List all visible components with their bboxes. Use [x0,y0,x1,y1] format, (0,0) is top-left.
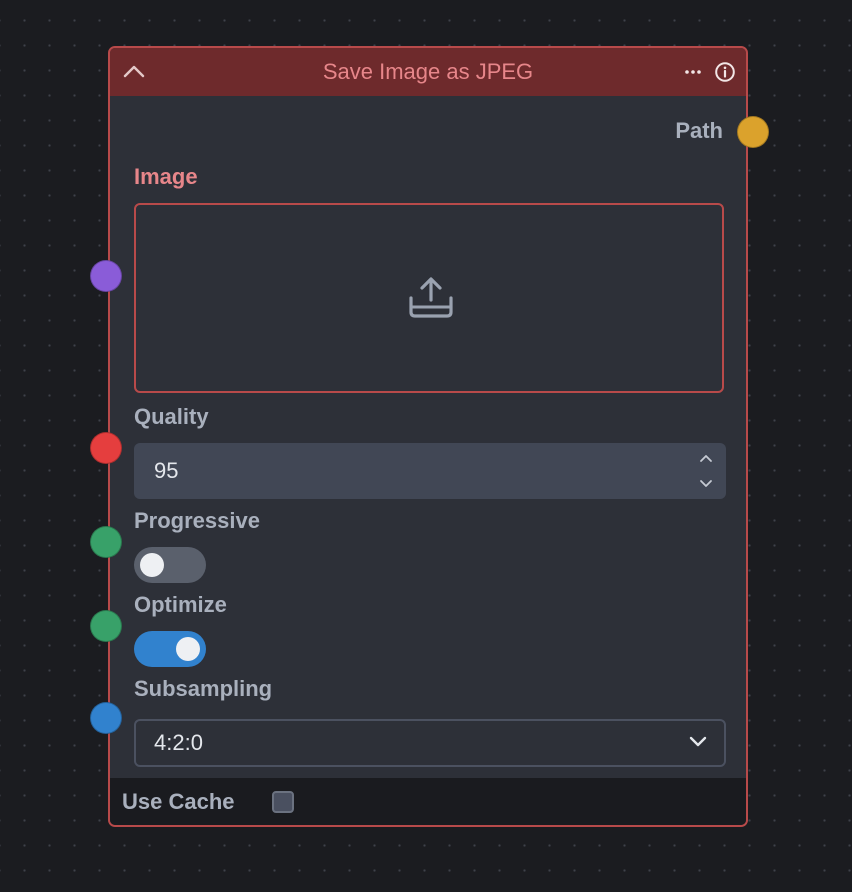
toggle-knob [176,637,200,661]
use-cache-checkbox[interactable] [272,791,294,813]
subsampling-label: Subsampling [134,676,273,701]
node-header[interactable]: Save Image as JPEG [110,48,746,96]
chevron-down-icon [689,736,707,747]
quality-value[interactable]: 95 [154,443,178,499]
more-horizontal-icon[interactable] [682,62,704,82]
output-label-path: Path [675,118,723,143]
use-cache-label: Use Cache [122,789,235,814]
save-image-node[interactable]: Save Image as JPEG Path Image Quality 95 [90,46,769,827]
input-handle-image[interactable] [90,260,122,292]
node-title: Save Image as JPEG [322,59,534,84]
input-handle-optimize[interactable] [90,610,122,642]
stepper-arrows-icon[interactable] [698,449,714,493]
input-handle-quality[interactable] [90,432,122,464]
output-handle-path[interactable] [737,116,769,148]
progressive-label: Progressive [134,508,260,533]
optimize-toggle[interactable] [134,631,206,667]
upload-icon [409,277,453,318]
node-footer: Use Cache [110,778,746,825]
subsampling-value: 4:2:0 [154,730,203,755]
quality-label: Quality [134,404,209,429]
input-handle-progressive[interactable] [90,526,122,558]
image-label: Image [134,164,198,189]
progressive-toggle[interactable] [134,547,206,583]
info-icon[interactable] [714,61,736,83]
optimize-label: Optimize [134,592,227,617]
quality-input[interactable]: 95 [134,443,726,499]
input-handle-subsampling[interactable] [90,702,122,734]
subsampling-select[interactable]: 4:2:0 [134,719,726,767]
toggle-knob [140,553,164,577]
image-upload-dropzone[interactable] [134,203,724,393]
